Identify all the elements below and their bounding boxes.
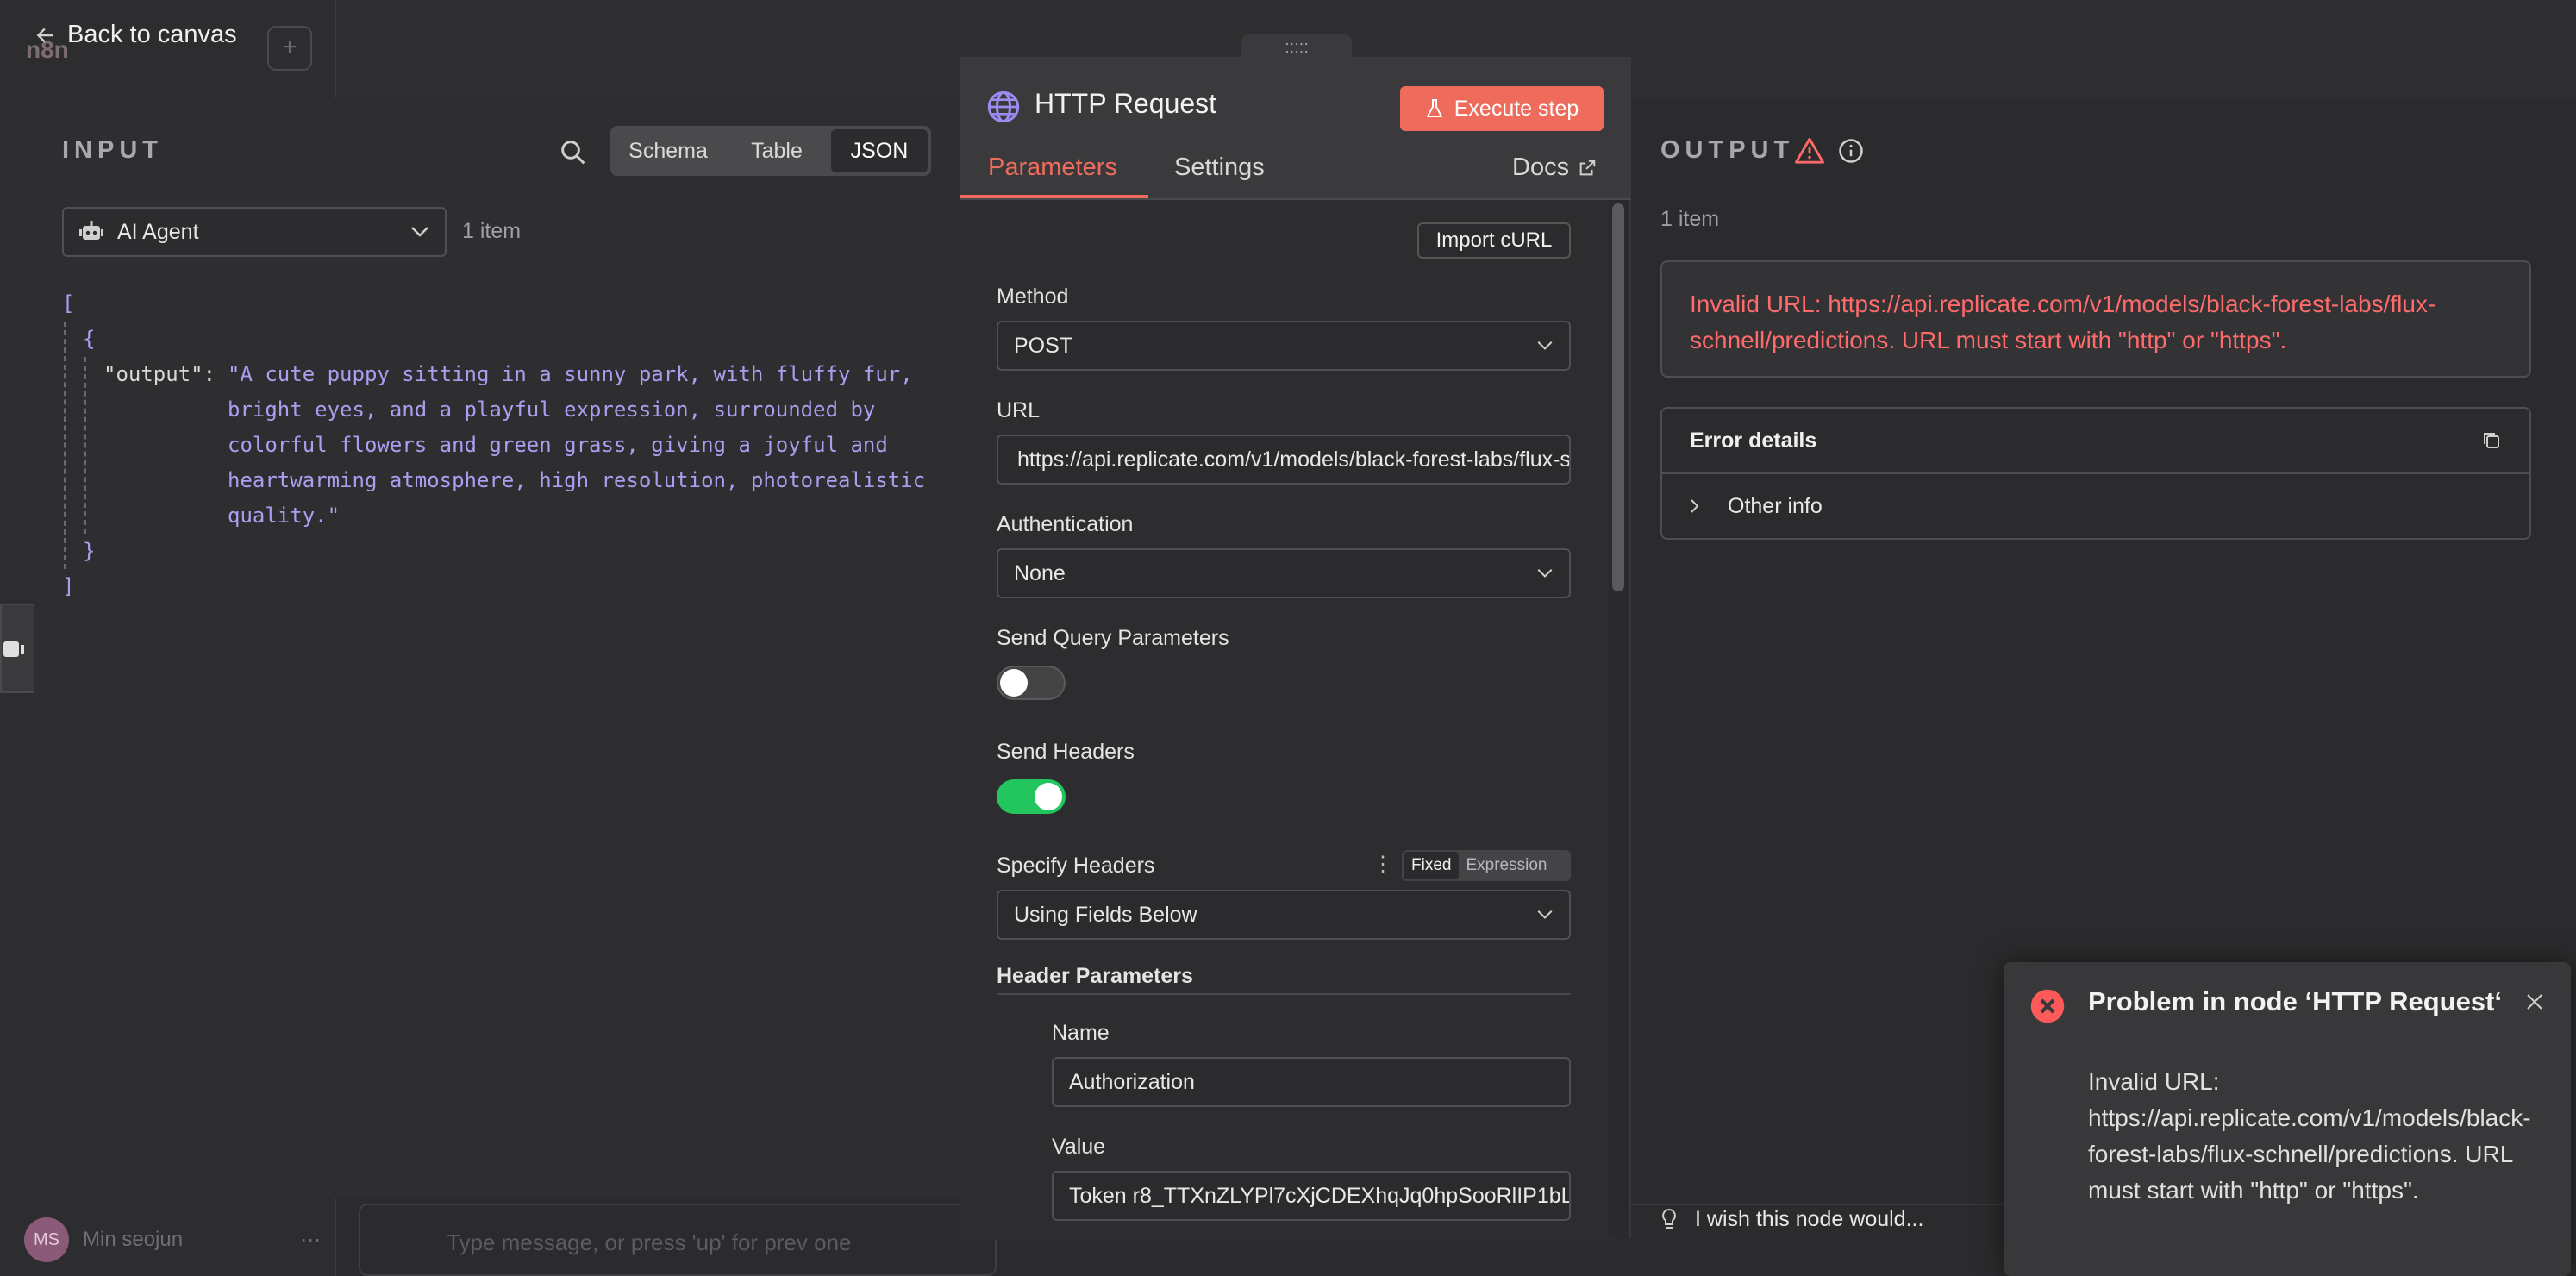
json-value-line: heartwarming atmosphere, high resolution… [228,468,926,492]
error-details-label: Error details [1690,428,1817,453]
view-switcher: Schema Table JSON [610,126,931,176]
scrollbar[interactable] [1612,203,1624,591]
robot-icon [79,221,103,243]
execute-step-button[interactable]: Execute step [1400,86,1604,131]
back-to-canvas-link[interactable]: Back to canvas [34,21,237,49]
tab-parameters[interactable]: Parameters [988,153,1117,182]
json-object-body: "output": "A cute puppy sitting in a sun… [84,357,925,534]
json-value-line: colorful flowers and green grass, giving… [228,433,888,457]
user-name: Min seojun [83,1228,184,1251]
json-close-brace: } [83,539,96,563]
specify-headers-value: Using Fields Below [1014,902,1197,927]
header-value-input[interactable]: Token r8_TTXnZLYPl7cXjCDEXhqJq0hpSooRlIP… [1052,1171,1571,1221]
json-open-brace: { [83,327,96,351]
mode-expression[interactable]: Expression [1459,852,1554,879]
method-label: Method [997,285,1069,309]
parameters-form: Import cURL Method POST URL https://api.… [960,200,1616,1240]
method-value: POST [1014,333,1073,358]
method-select[interactable]: POST [997,321,1571,371]
specify-headers-label: Specify Headers [997,854,1155,878]
chevron-right-icon [1690,498,1700,514]
header-value-label: Value [1052,1135,1106,1159]
output-title: OUTPUT [1660,136,1795,164]
add-icon[interactable]: + [267,26,312,71]
docs-label: Docs [1512,153,1570,181]
more-icon[interactable]: ⋯ [300,1228,321,1253]
input-node-name: AI Agent [117,219,199,244]
lightbulb-icon [1660,1208,1678,1232]
info-icon[interactable] [1838,138,1864,164]
tab-table[interactable]: Table [722,129,831,172]
header-name-label: Name [1052,1021,1110,1045]
arrow-left-icon [34,24,57,47]
feedback-label: I wish this node would... [1695,1207,1924,1231]
tab-json[interactable]: JSON [831,129,928,172]
chat-input[interactable]: Type message, or press 'up' for prev one [359,1204,997,1276]
warning-icon [1795,136,1824,164]
other-info-label: Other info [1728,493,1823,518]
execute-step-label: Execute step [1454,96,1579,121]
avatar: MS [24,1217,69,1262]
chevron-down-icon [1536,910,1554,920]
authentication-select[interactable]: None [997,548,1571,598]
send-query-toggle[interactable] [997,666,1066,700]
send-headers-toggle[interactable] [997,779,1066,814]
node-header: HTTP Request Execute step Parameters Set… [960,57,1631,200]
search-icon[interactable] [559,138,586,166]
specify-headers-select[interactable]: Using Fields Below [997,890,1571,940]
globe-icon [986,90,1021,124]
header-name-input[interactable]: Authorization [1052,1057,1571,1107]
send-headers-label: Send Headers [997,740,1135,764]
mode-fixed[interactable]: Fixed [1404,852,1460,879]
authentication-label: Authentication [997,512,1134,536]
json-key: "output": [103,362,216,386]
flask-icon [1425,98,1444,119]
mode-switch: Fixed Expression [1402,850,1571,881]
options-icon[interactable]: ⋮ [1372,852,1393,877]
error-icon [2029,988,2066,1024]
url-input[interactable]: https://api.replicate.com/v1/models/blac… [997,435,1571,485]
copy-icon[interactable] [2481,430,2502,451]
robot-icon [3,636,24,662]
toast-message: Invalid URL: https://api.replicate.com/v… [2088,1068,2531,1204]
back-label: Back to canvas [67,21,237,48]
tab-settings[interactable]: Settings [1174,153,1265,182]
error-message: Invalid URL: https://api.replicate.com/v… [1660,260,2531,378]
chevron-down-icon [410,226,429,238]
tab-schema[interactable]: Schema [614,129,722,172]
docs-link[interactable]: Docs [1512,153,1597,182]
output-items-count: 1 item [1660,207,1720,231]
error-toast: Problem in node ‘HTTP Request‘ Invalid U… [2004,962,2571,1276]
input-items-count: 1 item [462,219,522,243]
json-value-line: bright eyes, and a playful expression, s… [228,397,876,422]
import-curl-button[interactable]: Import cURL [1417,222,1571,259]
input-panel [34,98,964,1198]
panel-drag-handle[interactable] [0,604,38,693]
send-query-label: Send Query Parameters [997,626,1229,650]
active-tab-indicator [960,195,1148,198]
toast-title: Problem in node ‘HTTP Request‘ [2088,986,2502,1016]
other-info-row[interactable]: Other info [1662,474,2529,538]
json-viewer: [ { "output": "A cute puppy sitting in a… [62,286,925,604]
header-parameters-label: Header Parameters [997,964,1193,988]
chevron-down-icon [1536,568,1554,579]
json-close-bracket: ] [62,574,75,598]
close-icon[interactable] [2524,991,2545,1012]
url-label: URL [997,398,1041,422]
user-menu[interactable]: MS Min seojun ⋯ [24,1217,321,1262]
external-link-icon [1578,159,1597,178]
input-node-select[interactable]: AI Agent [62,207,447,257]
json-value-line: "A cute puppy sitting in a sunny park, w… [228,362,913,386]
error-details-box: Error details Other info [1660,407,2531,540]
json-open-bracket: [ [62,291,75,316]
divider [997,993,1571,995]
input-title: INPUT [62,136,163,164]
authentication-value: None [1014,560,1066,585]
node-title: HTTP Request [1035,88,1217,119]
json-value-line: quality." [228,504,341,528]
json-guide: { "output": "A cute puppy sitting in a s… [64,322,925,569]
chevron-down-icon [1536,341,1554,351]
feedback-link[interactable]: I wish this node would... [1660,1207,1923,1232]
